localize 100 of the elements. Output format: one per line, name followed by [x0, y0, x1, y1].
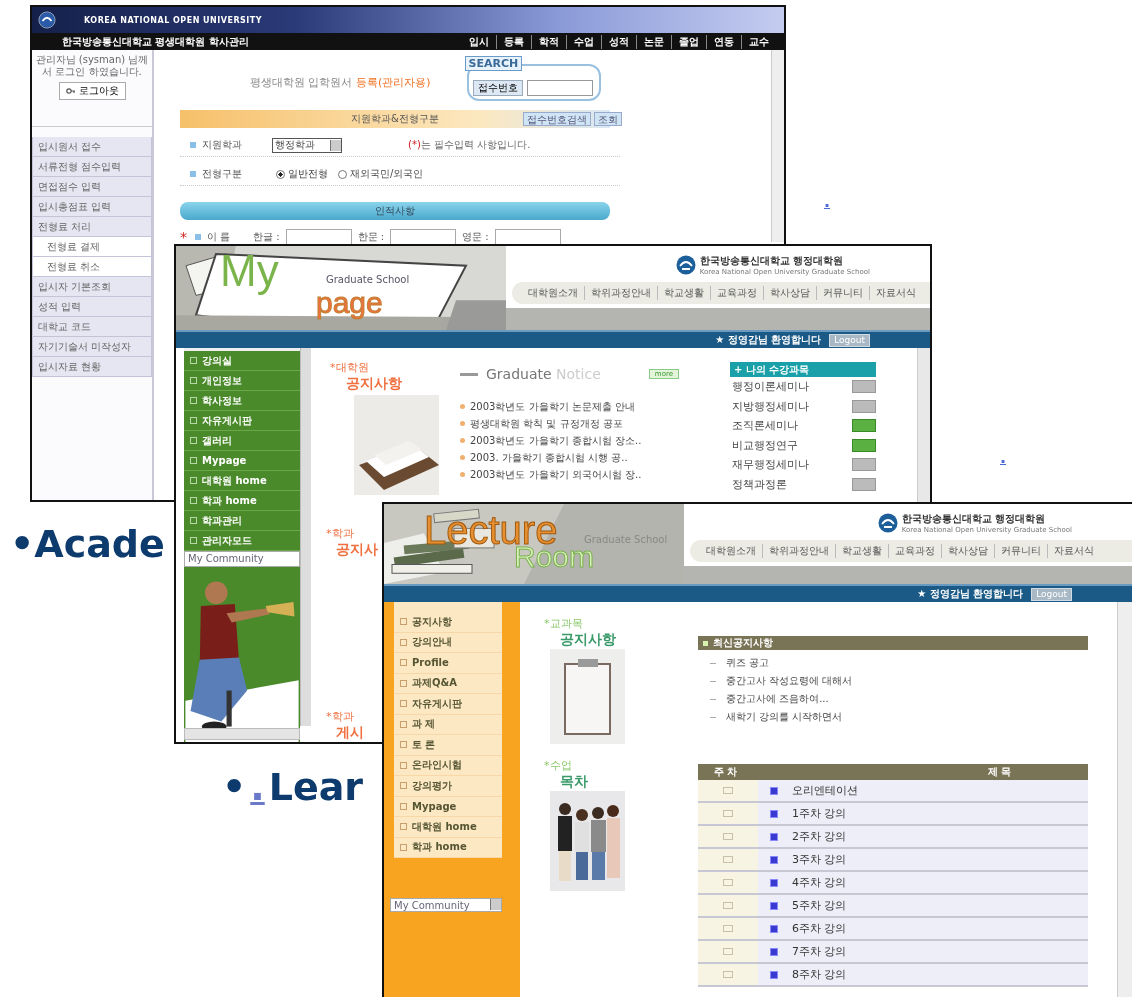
nav-link[interactable]: 학위과정안내 [762, 544, 835, 558]
bullet-icon [195, 234, 201, 240]
menu-item[interactable]: 온라인시험 [394, 755, 502, 776]
scrollbar[interactable] [771, 50, 784, 242]
square-icon [703, 640, 708, 646]
nav-link[interactable]: 대학원소개 [522, 286, 584, 300]
radio-button[interactable] [276, 169, 285, 179]
nav-link[interactable]: 학교생활 [657, 286, 710, 300]
notice-link[interactable]: 중간고사 작성요령에 대해서 [698, 672, 1088, 690]
scrollbar[interactable] [1117, 602, 1132, 997]
menu-item[interactable]: 학과 home [394, 837, 502, 858]
column-header: 주 차 [713, 765, 739, 779]
nav-link[interactable]: 학사상담 [763, 286, 816, 300]
menu-item[interactable]: 강의평가 [394, 776, 502, 797]
nav-link[interactable]: 커뮤니티 [816, 286, 869, 300]
menu-item[interactable]: 과 제 [394, 714, 502, 735]
receipt-number-button[interactable]: 접수번호 [472, 79, 523, 96]
nav-link[interactable]: 학위과정안내 [584, 286, 657, 300]
course-button[interactable] [852, 438, 876, 452]
lecture-link[interactable]: 8주차 강의 [758, 964, 1088, 985]
radio-button[interactable] [338, 169, 347, 179]
lecture-link[interactable]: 7주차 강의 [758, 941, 1088, 962]
notice-link[interactable]: 새학기 강의를 시작하면서 [698, 708, 1088, 726]
action-button[interactable]: 조회 [594, 112, 622, 126]
lecture-link[interactable]: 1주차 강의 [758, 803, 1088, 824]
radio-label: 재외국민/외국인 [350, 167, 424, 181]
logout-button[interactable]: 로그아웃 [58, 82, 126, 100]
link[interactable]: . [1000, 448, 1007, 467]
lecture-link[interactable]: 오리엔테이션 [758, 780, 1088, 801]
lecture-link[interactable]: 6주차 강의 [758, 918, 1088, 939]
notice-link[interactable]: 중간고사에 즈음하여... [698, 690, 1088, 708]
menu-item[interactable]: 입시원서 접수 [32, 137, 152, 157]
nav-link[interactable]: 논문 [636, 34, 671, 49]
menu-item[interactable]: 자유게시판 [394, 694, 502, 715]
required-mark: * [180, 229, 187, 245]
submenu-item[interactable]: 전형료 결제 [32, 237, 152, 257]
lecture-link[interactable]: 4주차 강의 [758, 872, 1088, 893]
nav-link[interactable]: 등록 [496, 34, 531, 49]
lecture-link[interactable]: 2주차 강의 [758, 826, 1088, 847]
name-field[interactable] [390, 229, 457, 245]
menu-item[interactable]: 서류전형 점수입력 [32, 157, 152, 177]
nav-link[interactable]: 교육과정 [710, 286, 763, 300]
nav-link[interactable]: 입시 [462, 34, 496, 49]
notice-link[interactable]: 평생대학원 학칙 및 규정개정 공포 [460, 415, 730, 432]
notice-link[interactable]: 2003. 가을학기 종합시험 시행 공.. [460, 449, 730, 466]
nav-link[interactable]: 교수 [741, 34, 776, 49]
nav-link[interactable]: 연동 [706, 34, 741, 49]
required-note: (*)는 필수입력 사항입니다. [408, 138, 531, 152]
link[interactable]: . [824, 192, 831, 211]
name-field[interactable] [285, 229, 352, 245]
menu-item[interactable]: 입시자 기본조회 [32, 277, 152, 297]
scrollbar[interactable] [184, 728, 300, 740]
nav-link[interactable]: 학적 [531, 34, 566, 49]
courses-header: + 나의 수강과목 [730, 362, 876, 377]
menu-item[interactable]: Mypage [394, 796, 502, 817]
menu-item[interactable]: 전형료 처리 [32, 217, 152, 237]
nav-link[interactable]: 자료서식 [1047, 544, 1100, 558]
lecture-link[interactable]: 3주차 강의 [758, 849, 1088, 870]
lecture-link[interactable]: 5주차 강의 [758, 895, 1088, 916]
course-button[interactable] [852, 380, 876, 394]
logo-tagline: Graduate School [326, 274, 410, 285]
menu-item[interactable]: 성적 입력 [32, 297, 152, 317]
nav-link[interactable]: 커뮤니티 [994, 544, 1047, 558]
logo-text: My [220, 246, 279, 296]
course-button[interactable] [852, 419, 876, 433]
scrollbar[interactable] [300, 348, 311, 726]
menu-item[interactable]: 면접점수 입력 [32, 177, 152, 197]
course-button[interactable] [852, 458, 876, 472]
menu-item[interactable]: 대학원 home [394, 817, 502, 838]
nav-link[interactable]: 교육과정 [888, 544, 941, 558]
name-field[interactable] [494, 229, 561, 245]
action-button[interactable]: 접수번호검색 [523, 112, 591, 126]
menu-item[interactable]: 공지사항 [394, 612, 502, 633]
menu-item[interactable]: 토 론 [394, 735, 502, 756]
nav-link[interactable]: 학교생활 [835, 544, 888, 558]
course-button[interactable] [852, 399, 876, 413]
menu-item[interactable]: 입시자료 현황 [32, 357, 152, 377]
menu-item[interactable]: 과제Q&A [394, 673, 502, 694]
course-button[interactable] [852, 477, 876, 491]
link[interactable]: . [250, 765, 265, 809]
notice-link[interactable]: 퀴즈 공고 [698, 654, 1088, 672]
community-select[interactable]: My Community [184, 551, 300, 567]
nav-link[interactable]: 학사상담 [941, 544, 994, 558]
submenu-item[interactable]: 전형료 취소 [32, 257, 152, 277]
nav-link[interactable]: 성적 [601, 34, 636, 49]
nav-link[interactable]: 수업 [566, 34, 601, 49]
nav-link[interactable]: 졸업 [671, 34, 706, 49]
menu-item[interactable]: 입시총점표 입력 [32, 197, 152, 217]
community-select[interactable]: My Community [390, 898, 502, 912]
search-field[interactable] [526, 79, 593, 96]
menu-item[interactable]: 자기기술서 미작성자 [32, 337, 152, 357]
menu-item[interactable]: Profile [394, 653, 502, 674]
notice-link[interactable]: 2003학년도 가을학기 논문제출 안내 [460, 398, 730, 415]
notice-link[interactable]: 2003학년도 가을학기 외국어시험 장.. [460, 466, 730, 483]
nav-link[interactable]: 자료서식 [869, 286, 922, 300]
nav-link[interactable]: 대학원소개 [700, 544, 762, 558]
menu-item[interactable]: 강의안내 [394, 632, 502, 653]
menu-item[interactable]: 대학교 코드 [32, 317, 152, 337]
department-select[interactable]: 행정학과 [272, 137, 342, 153]
notice-link[interactable]: 2003학년도 가을학기 종합시험 장소.. [460, 432, 730, 449]
